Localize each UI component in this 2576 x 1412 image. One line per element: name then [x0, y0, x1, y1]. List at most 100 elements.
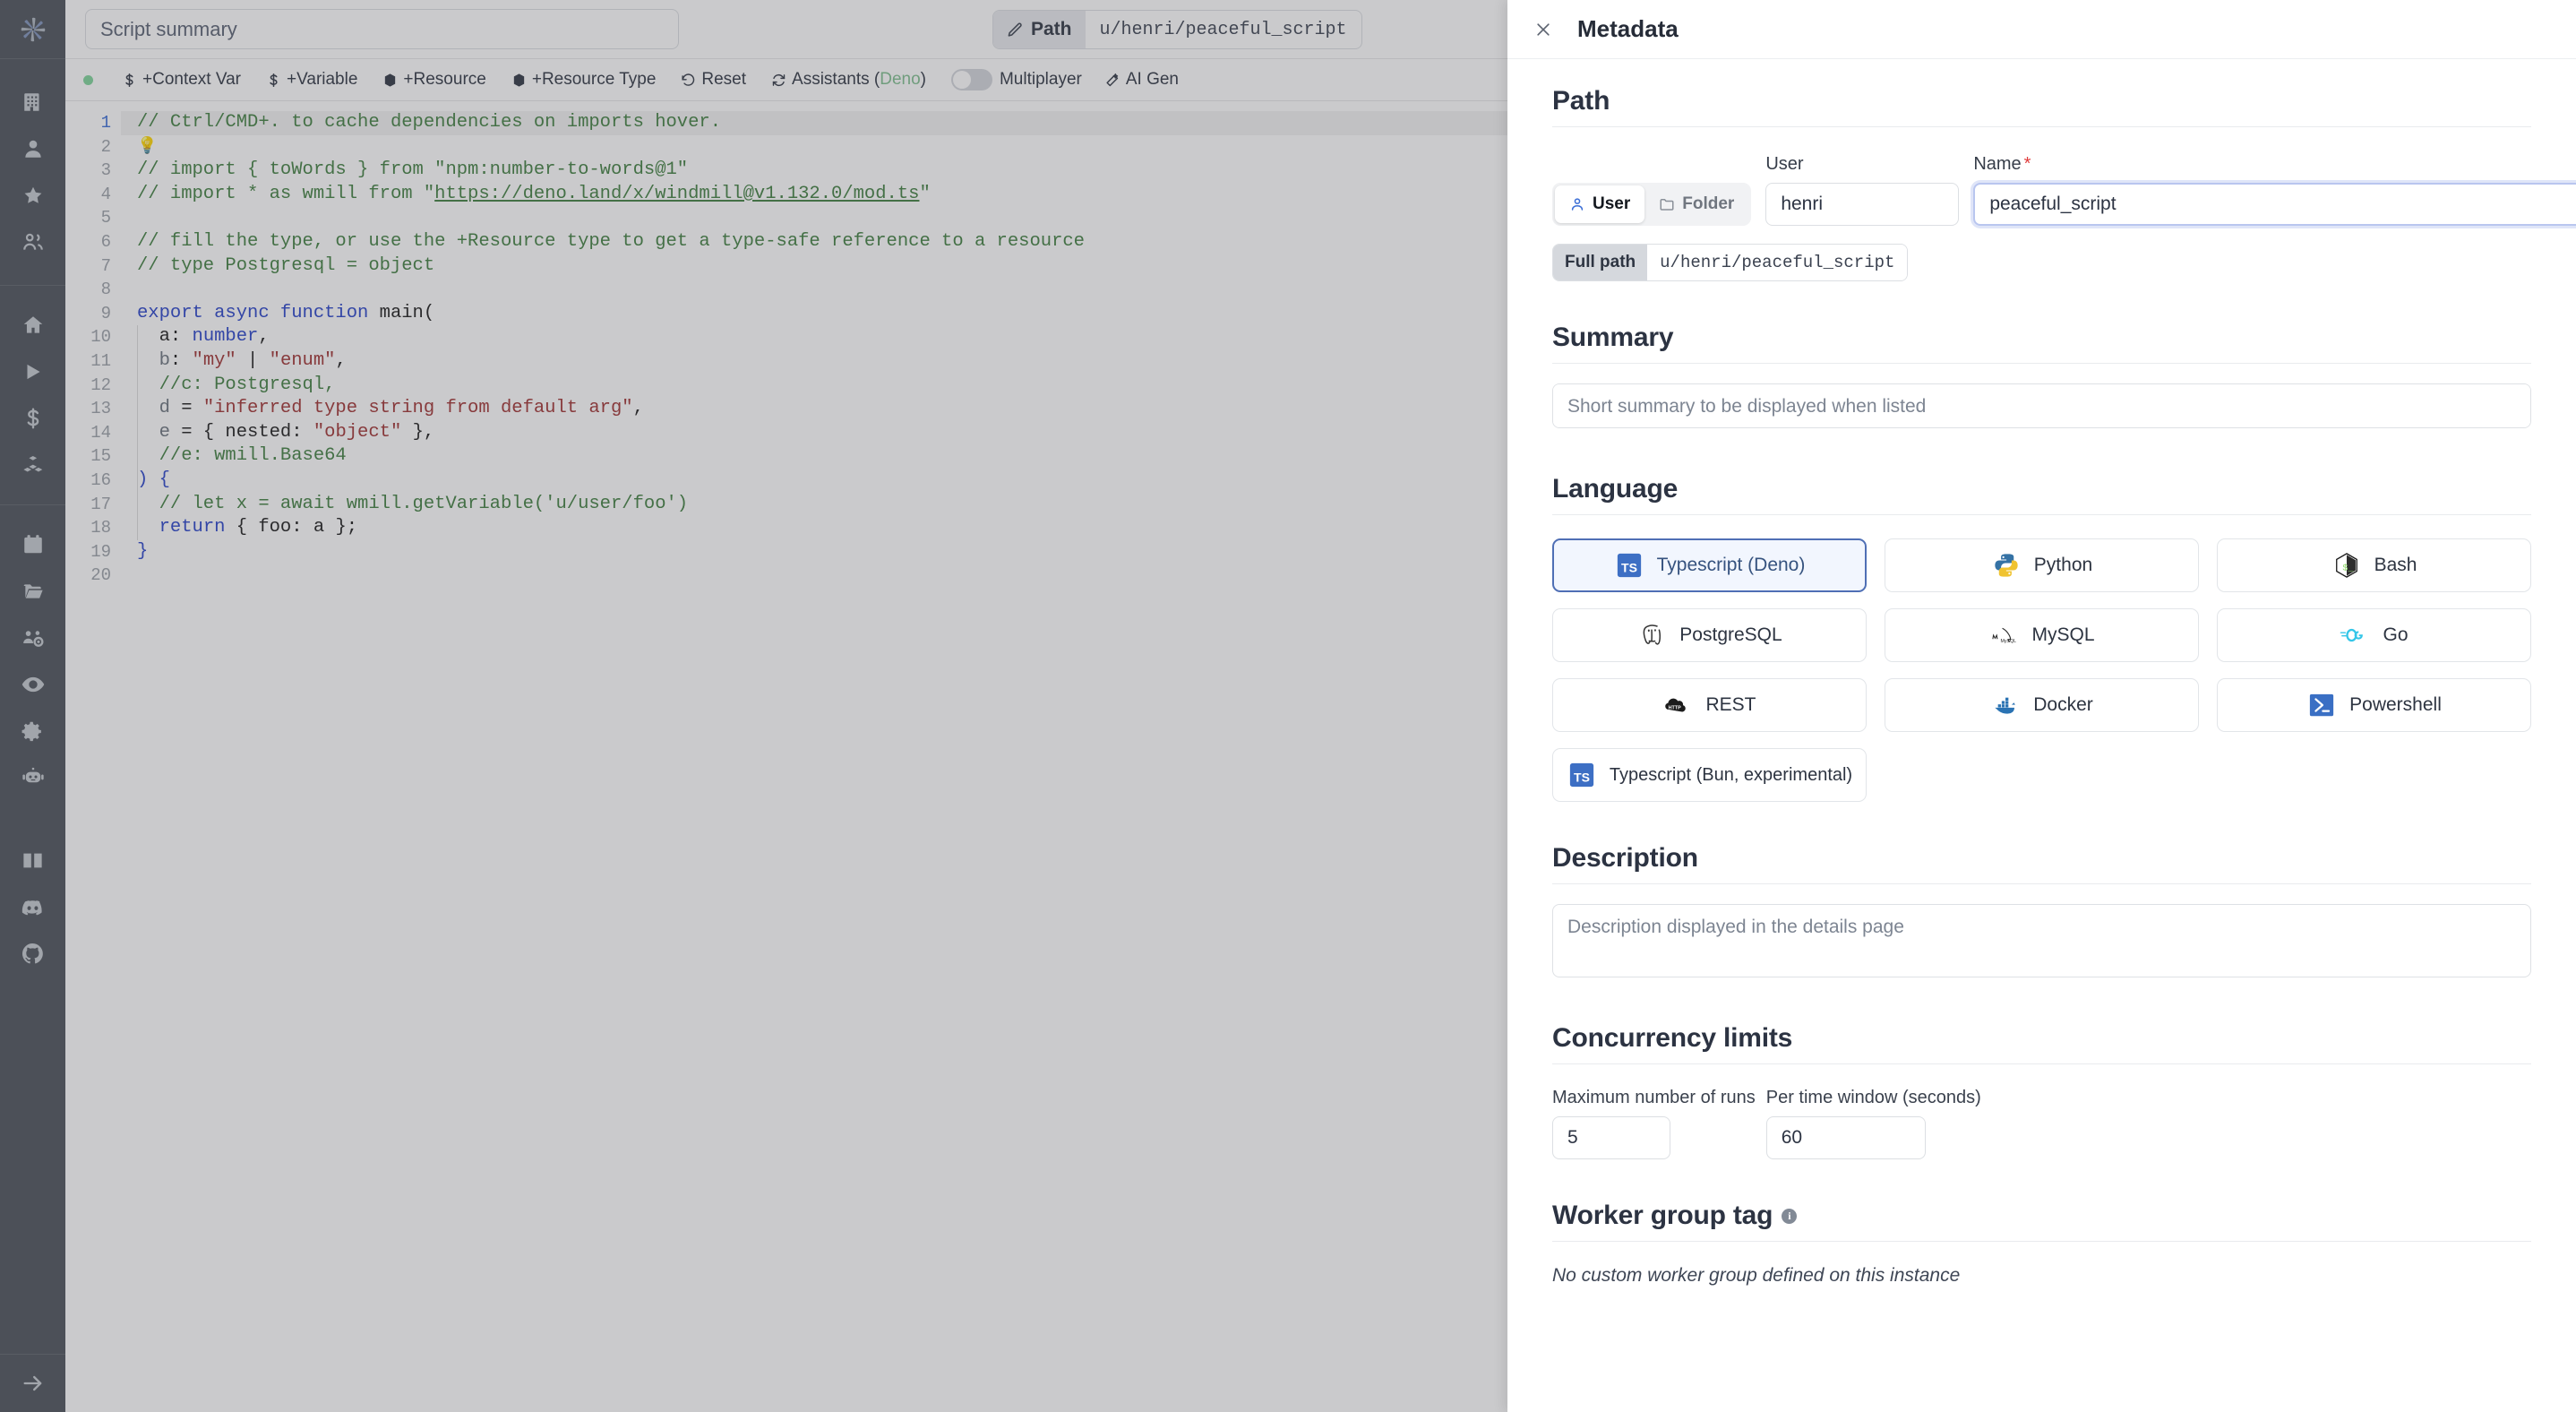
path-row: User Folder User henri Name * peaceful_s…	[1552, 154, 2576, 226]
docker-icon	[1990, 690, 2021, 720]
rest-icon: HTTP	[1662, 690, 1693, 720]
language-grid: TS Typescript (Deno) Python $_ Bash PostgreSQ…	[1552, 538, 2531, 802]
owner-kind-folder-label: Folder	[1682, 194, 1735, 213]
language-option-label: Docker	[2033, 694, 2093, 715]
python-icon	[1995, 554, 2018, 577]
postgresql-icon	[1636, 620, 1667, 650]
svg-text:MySQL: MySQL	[2001, 639, 2017, 644]
language-option-go[interactable]: Go	[2217, 608, 2531, 662]
worker-group-section-rule	[1552, 1241, 2531, 1242]
folder-icon	[1660, 199, 1674, 211]
typescript-icon: TS	[1614, 550, 1644, 581]
metadata-drawer: Metadata Path User Folder User henri Nam…	[1507, 0, 2576, 1412]
description-section: Description	[1552, 843, 2531, 982]
language-section-title: Language	[1552, 474, 1679, 504]
user-icon	[1571, 198, 1584, 211]
go-icon	[2340, 628, 2364, 642]
concurrency-section-title: Concurrency limits	[1552, 1023, 1793, 1053]
language-section: Language TS Typescript (Deno) Python $_ Bash…	[1552, 474, 2531, 802]
concurrency-section-rule	[1552, 1063, 2531, 1064]
drawer-header: Metadata	[1507, 0, 2576, 59]
docker-icon	[1995, 697, 2015, 714]
language-option-mysql[interactable]: MySQL MySQL	[1885, 608, 2199, 662]
owner-kind-toggle: User Folder	[1552, 183, 1752, 226]
time-window-input[interactable]	[1765, 1116, 1926, 1159]
close-icon	[1537, 22, 1550, 36]
language-option-label: PostgreSQL	[1679, 624, 1782, 645]
name-field: Name *	[1973, 154, 2576, 226]
name-required-asterisk: *	[2023, 154, 2031, 174]
path-section-rule	[1552, 126, 2531, 127]
worker-group-section-title: Worker group tag i	[1552, 1201, 2531, 1231]
summary-section: Summary	[1552, 323, 2531, 433]
owner-kind-folder[interactable]: Folder	[1644, 185, 1748, 223]
bash-icon: $_	[2331, 550, 2362, 581]
rest-icon: HTTP	[1665, 698, 1687, 712]
close-drawer-button[interactable]	[1525, 12, 1561, 47]
language-option-label: Python	[2033, 555, 2093, 575]
name-field-label-text: Name	[1973, 154, 2022, 174]
language-option-label: Bash	[2374, 555, 2417, 575]
language-option-label: Powershell	[2349, 694, 2442, 715]
typescript-icon: TS	[1617, 553, 1641, 578]
language-option-bash[interactable]: $_ Bash	[2217, 538, 2531, 592]
user-field: User	[1765, 154, 1960, 226]
user-input[interactable]	[1765, 183, 1960, 226]
concurrency-section: Concurrency limits Maximum number of run…	[1552, 1023, 2531, 1159]
drawer-body: Path User Folder User henri Name * peace…	[1507, 59, 2576, 1412]
svg-text:TS: TS	[1621, 561, 1637, 575]
owner-kind-user-label: User	[1593, 194, 1631, 213]
name-input[interactable]	[1973, 183, 2576, 226]
info-icon[interactable]: i	[1782, 1208, 1798, 1224]
mysql-icon: MySQL	[1992, 627, 2017, 644]
owner-kind-user[interactable]: User	[1555, 185, 1645, 223]
language-option-label: REST	[1705, 694, 1756, 715]
max-runs-input[interactable]	[1552, 1116, 1670, 1159]
language-option-rest[interactable]: HTTP REST	[1552, 678, 1867, 732]
full-path-display: Full path u/henri/peaceful_script	[1552, 244, 1909, 281]
max-runs-field: Maximum number of runs	[1552, 1088, 1756, 1159]
language-section-rule	[1552, 514, 2531, 515]
language-option-python[interactable]: Python	[1885, 538, 2199, 592]
max-runs-label: Maximum number of runs	[1552, 1088, 1756, 1107]
summary-section-rule	[1552, 363, 2531, 364]
language-option-label: Typescript (Bun, experimental)	[1609, 764, 1853, 785]
language-option-typescript-bun-experimental[interactable]: TS Typescript (Bun, experimental)	[1552, 748, 1867, 802]
summary-textarea[interactable]	[1552, 383, 2531, 428]
concurrency-row: Maximum number of runs Per time window (…	[1552, 1088, 2531, 1159]
powershell-icon	[2306, 690, 2337, 720]
path-section-title: Path	[1552, 86, 1610, 116]
worker-group-section: Worker group tag i No custom worker grou…	[1552, 1201, 2531, 1287]
summary-section-title: Summary	[1552, 323, 1674, 352]
path-section: Path User Folder User henri Name * peace…	[1552, 86, 2576, 281]
typescript-icon: TS	[1567, 760, 1597, 790]
full-path-label: Full path	[1553, 245, 1648, 280]
language-option-label: Go	[2383, 624, 2409, 645]
typescript-icon: TS	[1569, 762, 1593, 788]
drawer-title: Metadata	[1577, 15, 1679, 42]
time-window-label: Per time window (seconds)	[1765, 1088, 1981, 1107]
language-option-postgresql[interactable]: PostgreSQL	[1552, 608, 1867, 662]
powershell-icon	[2310, 693, 2334, 717]
language-option-label: Typescript (Deno)	[1656, 555, 1806, 575]
name-field-label: Name *	[1973, 154, 2576, 175]
user-field-label: User	[1765, 154, 1804, 174]
modal-backdrop[interactable]	[0, 0, 1507, 1412]
language-option-docker[interactable]: Docker	[1885, 678, 2199, 732]
svg-text:TS: TS	[1574, 771, 1590, 785]
full-path-value: u/henri/peaceful_script	[1647, 245, 1908, 280]
language-option-label: MySQL	[2031, 624, 2095, 645]
description-section-title: Description	[1552, 843, 1698, 873]
svg-text:HTTP: HTTP	[1669, 706, 1682, 711]
python-icon	[1991, 550, 2022, 581]
worker-group-empty-text: No custom worker group defined on this i…	[1552, 1265, 1961, 1286]
language-option-powershell[interactable]: Powershell	[2217, 678, 2531, 732]
postgresql-icon	[1643, 624, 1662, 645]
bash-icon: $_	[2335, 553, 2357, 578]
description-section-rule	[1552, 883, 2531, 884]
svg-text:$_: $_	[2342, 564, 2354, 574]
description-textarea[interactable]	[1552, 904, 2531, 977]
go-icon	[2340, 620, 2370, 650]
mysql-icon: MySQL	[1988, 620, 2019, 650]
language-option-typescript-deno[interactable]: TS Typescript (Deno)	[1552, 538, 1867, 592]
